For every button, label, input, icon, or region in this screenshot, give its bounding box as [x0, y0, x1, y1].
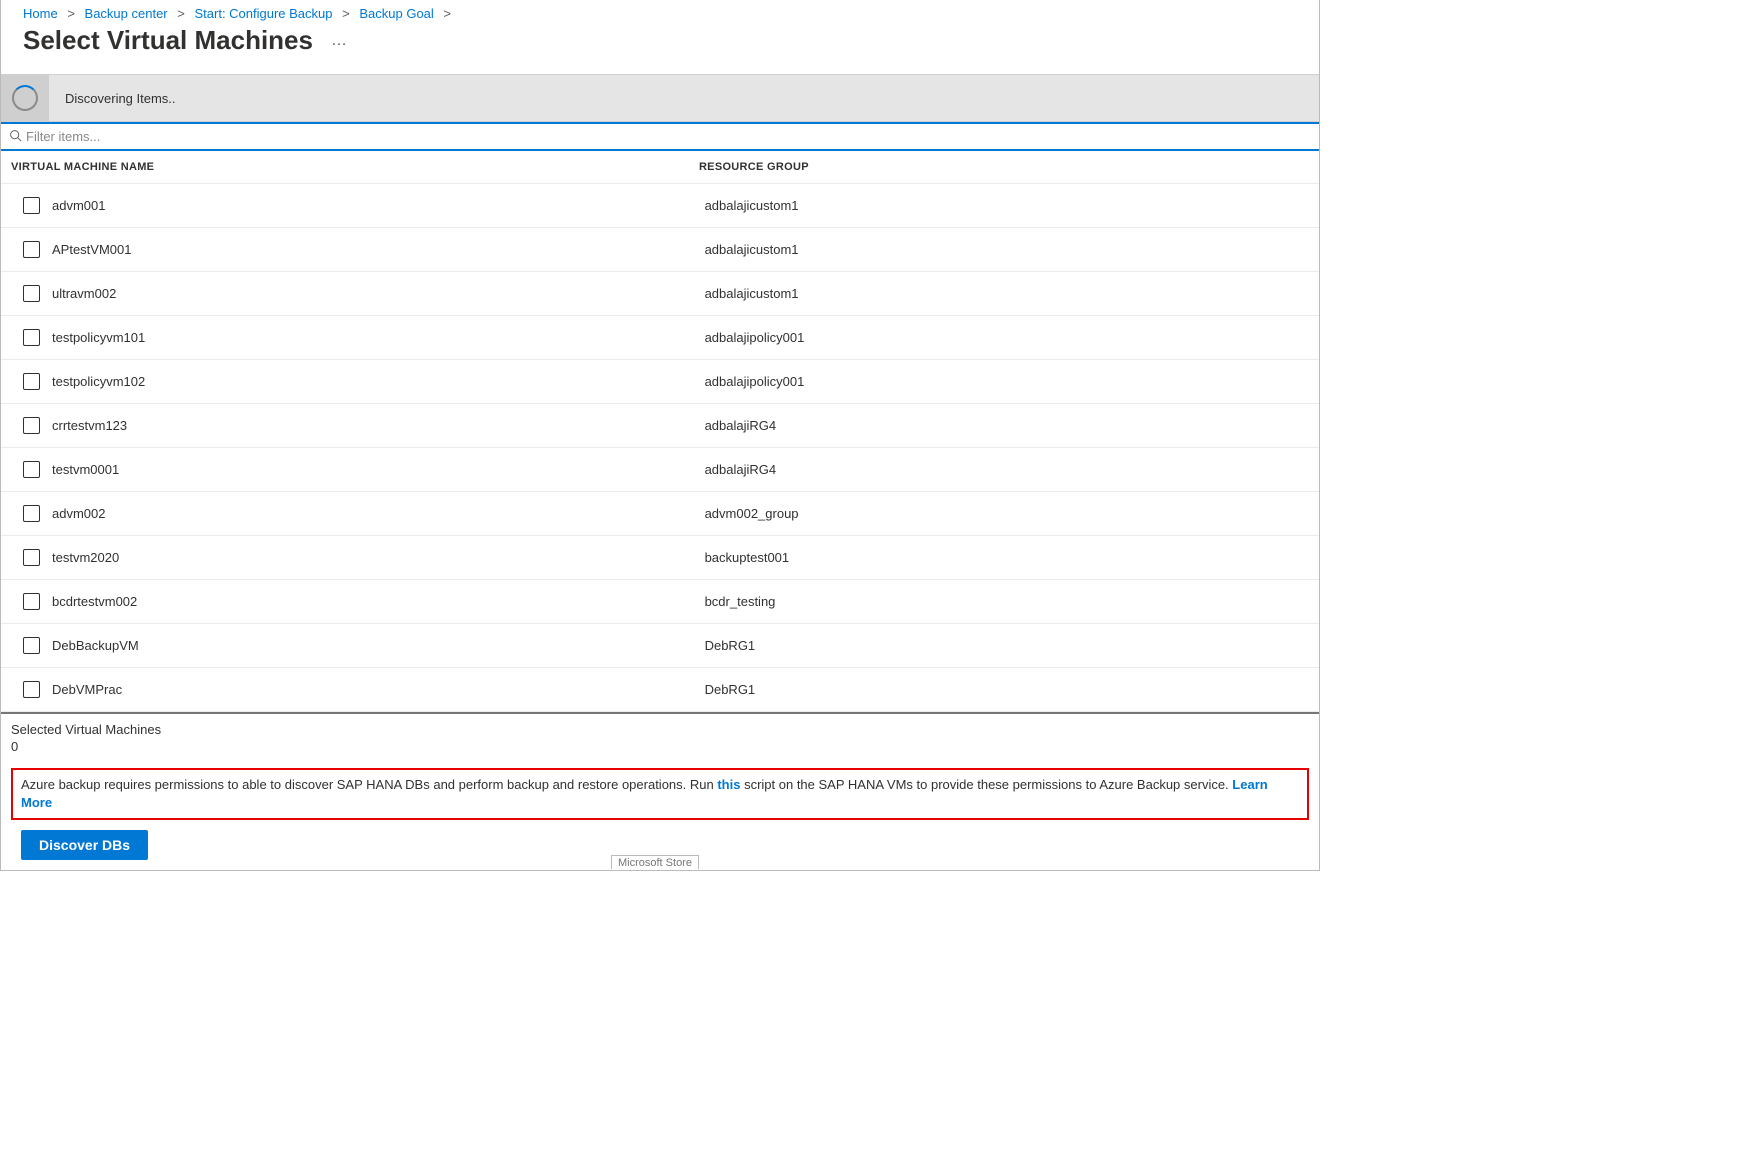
table-row: advm001 adbalajicustom1	[1, 184, 1319, 228]
resource-group-label: adbalajicustom1	[705, 198, 1309, 213]
page-title: Select Virtual Machines	[23, 25, 313, 56]
vm-name-label: testvm0001	[52, 462, 119, 477]
vm-name-label: advm002	[52, 506, 105, 521]
table-row: APtestVM001 adbalajicustom1	[1, 228, 1319, 272]
table-row: crrtestvm123 adbalajiRG4	[1, 404, 1319, 448]
vm-name-cell: advm002	[23, 505, 705, 522]
resource-group-label: adbalajiRG4	[705, 462, 1309, 477]
vm-checkbox[interactable]	[23, 549, 40, 566]
loading-spinner-icon	[12, 85, 38, 111]
table-row: advm002 advm002_group	[1, 492, 1319, 536]
breadcrumb-backup-goal[interactable]: Backup Goal	[359, 6, 433, 21]
selected-count: 0	[1, 739, 1319, 764]
filter-row	[1, 122, 1319, 151]
table-row: testpolicyvm101 adbalajipolicy001	[1, 316, 1319, 360]
vm-name-label: DebVMPrac	[52, 682, 122, 697]
vm-name-cell: DebBackupVM	[23, 637, 705, 654]
breadcrumb-home[interactable]: Home	[23, 6, 58, 21]
resource-group-label: advm002_group	[705, 506, 1309, 521]
vm-checkbox[interactable]	[23, 197, 40, 214]
vm-checkbox[interactable]	[23, 285, 40, 302]
permission-notice: Azure backup requires permissions to abl…	[11, 768, 1309, 820]
col-header-vm-name: VIRTUAL MACHINE NAME	[11, 161, 699, 173]
vm-name-label: ultravm002	[52, 286, 116, 301]
vm-name-cell: testvm0001	[23, 461, 705, 478]
vm-name-label: testpolicyvm101	[52, 330, 145, 345]
vm-name-cell: bcdrtestvm002	[23, 593, 705, 610]
vm-name-cell: advm001	[23, 197, 705, 214]
table-row: testvm2020 backuptest001	[1, 536, 1319, 580]
this-script-link[interactable]: this	[717, 777, 740, 792]
status-text: Discovering Items..	[65, 91, 176, 106]
chevron-right-icon: >	[67, 6, 75, 21]
vm-name-label: bcdrtestvm002	[52, 594, 137, 609]
resource-group-label: DebRG1	[705, 638, 1309, 653]
vm-table-body: advm001 adbalajicustom1 APtestVM001 adbalaj…	[1, 184, 1319, 712]
resource-group-label: adbalajicustom1	[705, 242, 1309, 257]
col-header-resource-group: RESOURCE GROUP	[699, 161, 1309, 173]
spinner-container	[1, 74, 49, 122]
more-button[interactable]: …	[331, 32, 348, 50]
resource-group-label: adbalajipolicy001	[705, 374, 1309, 389]
resource-group-label: bcdr_testing	[705, 594, 1309, 609]
resource-group-label: DebRG1	[705, 682, 1309, 697]
vm-name-cell: APtestVM001	[23, 241, 705, 258]
vm-name-label: testvm2020	[52, 550, 119, 565]
table-row: testvm0001 adbalajiRG4	[1, 448, 1319, 492]
table-row: DebVMPrac DebRG1	[1, 668, 1319, 712]
vm-checkbox[interactable]	[23, 681, 40, 698]
ms-store-label: Microsoft Store	[611, 855, 699, 869]
table-row: testpolicyvm102 adbalajipolicy001	[1, 360, 1319, 404]
resource-group-label: adbalajiRG4	[705, 418, 1309, 433]
vm-name-cell: testpolicyvm102	[23, 373, 705, 390]
breadcrumb: Home > Backup center > Start: Configure …	[1, 0, 1319, 21]
notice-text-pre: Azure backup requires permissions to abl…	[21, 777, 717, 792]
vm-name-cell: ultravm002	[23, 285, 705, 302]
vm-name-cell: crrtestvm123	[23, 417, 705, 434]
breadcrumb-backup-center[interactable]: Backup center	[85, 6, 168, 21]
discover-dbs-button[interactable]: Discover DBs	[21, 830, 148, 860]
vm-checkbox[interactable]	[23, 329, 40, 346]
vm-checkbox[interactable]	[23, 241, 40, 258]
vm-name-cell: testpolicyvm101	[23, 329, 705, 346]
vm-checkbox[interactable]	[23, 505, 40, 522]
vm-checkbox[interactable]	[23, 373, 40, 390]
vm-name-cell: testvm2020	[23, 549, 705, 566]
resource-group-label: backuptest001	[705, 550, 1309, 565]
table-row: ultravm002 adbalajicustom1	[1, 272, 1319, 316]
chevron-right-icon: >	[342, 6, 350, 21]
vm-checkbox[interactable]	[23, 593, 40, 610]
vm-checkbox[interactable]	[23, 417, 40, 434]
vm-name-label: advm001	[52, 198, 105, 213]
breadcrumb-configure-backup[interactable]: Start: Configure Backup	[194, 6, 332, 21]
chevron-right-icon: >	[443, 6, 451, 21]
filter-input[interactable]	[26, 127, 1311, 146]
search-icon	[9, 129, 22, 145]
vm-name-label: testpolicyvm102	[52, 374, 145, 389]
table-row: bcdrtestvm002 bcdr_testing	[1, 580, 1319, 624]
chevron-right-icon: >	[177, 6, 185, 21]
vm-checkbox[interactable]	[23, 461, 40, 478]
table-row: DebBackupVM DebRG1	[1, 624, 1319, 668]
notice-text-mid: script on the SAP HANA VMs to provide th…	[740, 777, 1232, 792]
vm-name-label: crrtestvm123	[52, 418, 127, 433]
vm-name-label: DebBackupVM	[52, 638, 139, 653]
table-header: VIRTUAL MACHINE NAME RESOURCE GROUP	[1, 151, 1319, 184]
vm-name-label: APtestVM001	[52, 242, 132, 257]
vm-checkbox[interactable]	[23, 637, 40, 654]
resource-group-label: adbalajicustom1	[705, 286, 1309, 301]
vm-name-cell: DebVMPrac	[23, 681, 705, 698]
selected-label: Selected Virtual Machines	[1, 714, 1319, 739]
status-bar: Discovering Items..	[1, 74, 1319, 122]
resource-group-label: adbalajipolicy001	[705, 330, 1309, 345]
